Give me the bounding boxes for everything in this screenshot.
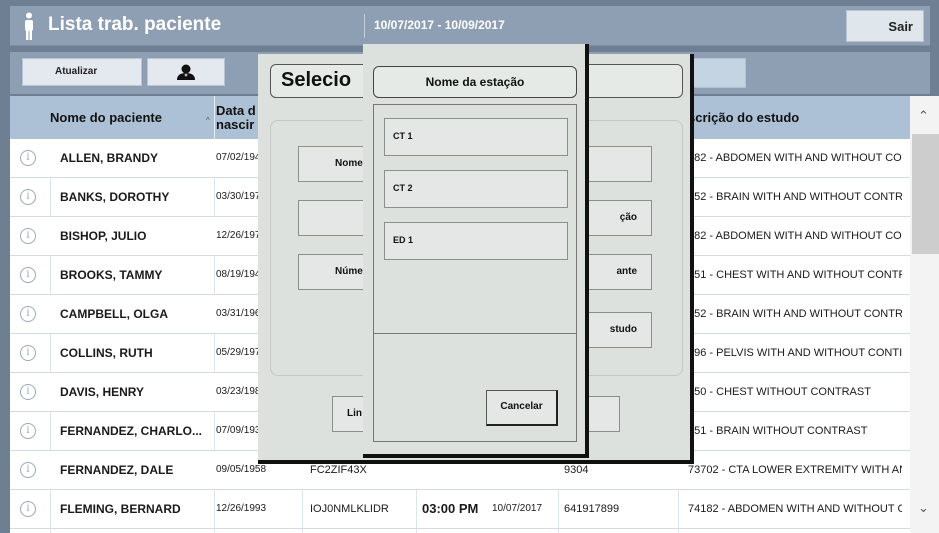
date-range[interactable]: 10/07/2017 - 10/09/2017	[374, 18, 505, 32]
info-icon[interactable]: i	[20, 189, 36, 205]
info-icon[interactable]: i	[20, 423, 36, 439]
study-description: 551 - CHEST WITH AND WITHOUT CONTF	[688, 269, 902, 281]
station-dialog-footer: Cancelar	[373, 334, 577, 442]
physician-filter-button[interactable]	[147, 58, 225, 86]
info-icon[interactable]: i	[20, 306, 36, 322]
header-birth-line-1: Data d	[216, 103, 256, 118]
exam-date: 10/07/2017	[492, 503, 543, 514]
person-icon	[25, 12, 33, 40]
birth-date: 12/26/1993	[216, 503, 267, 514]
study-description: 196 - PELVIS WITH AND WITHOUT CONTI	[688, 347, 902, 359]
study-description: 551 - BRAIN WITHOUT CONTRAST	[688, 425, 868, 437]
patient-name: FERNANDEZ, CHARLO...	[60, 424, 202, 438]
header-patient-name[interactable]: Nome do paciente	[50, 96, 162, 139]
scroll-thumb[interactable]	[912, 134, 939, 254]
page-title: Lista trab. paciente	[48, 14, 222, 35]
patient-name: BISHOP, JULIO	[60, 229, 147, 243]
info-icon[interactable]: i	[20, 501, 36, 517]
toolbar-blank-button[interactable]	[688, 58, 746, 88]
patient-name: CAMPBELL, OLGA	[60, 307, 168, 321]
sort-indicator-icon: ^	[206, 116, 210, 125]
patient-name: DAVIS, HENRY	[60, 385, 145, 399]
accession-number: 641917899	[564, 503, 620, 515]
patient-name: COLLINS, RUTH	[60, 346, 153, 360]
header-divider	[214, 96, 215, 139]
study-description: 550 - CHEST WITHOUT CONTRAST	[688, 386, 871, 398]
table-row[interactable]: i FLEMING, BERNARD 12/26/1993 IOJ0NMLKLIDR 0…	[10, 490, 918, 529]
study-description: 552 - BRAIN WITH AND WITHOUT CONTR	[688, 308, 902, 320]
station-item[interactable]: ED 1	[384, 222, 568, 260]
patient-name: FERNANDEZ, DALE	[60, 463, 174, 477]
header-birth-date[interactable]: Data d nascir	[216, 96, 256, 139]
info-icon[interactable]: i	[20, 462, 36, 478]
study-description: 182 - ABDOMEN WITH AND WITHOUT CO	[688, 152, 902, 164]
exam-time: 03:00 PM	[422, 501, 479, 516]
patient-name: BROOKS, TAMMY	[60, 268, 163, 282]
study-description: 552 - BRAIN WITH AND WITHOUT CONTR	[688, 191, 902, 203]
station-item[interactable]: CT 2	[384, 170, 568, 208]
patient-id: IOJ0NMLKLIDR	[310, 503, 389, 515]
patient-name: ALLEN, BRANDY	[60, 151, 158, 165]
title-bar: Lista trab. paciente 10/07/2017 - 10/09/…	[10, 6, 930, 46]
study-description: 74182 - ABDOMEN WITH AND WITHOUT CO	[688, 503, 902, 515]
refresh-button[interactable]: Atualizar	[22, 58, 142, 86]
patient-name: BANKS, DOROTHY	[60, 190, 170, 204]
header-birth-line-2: nascir	[216, 117, 255, 132]
patient-name: FLEMING, BERNARD	[60, 502, 181, 516]
info-icon[interactable]: i	[20, 150, 36, 166]
cancel-button[interactable]: Cancelar	[486, 390, 558, 426]
station-name-dialog: Nome da estação CT 1 CT 2 ED 1 Cancelar	[363, 44, 589, 458]
station-item[interactable]: CT 1	[384, 118, 568, 156]
scroll-up-icon[interactable]: ⌃	[918, 108, 929, 124]
header-study-description[interactable]: scrição do estudo	[688, 96, 799, 139]
info-icon[interactable]: i	[20, 384, 36, 400]
study-description: 182 - ABDOMEN WITH AND WITHOUT CO	[688, 230, 902, 242]
station-dialog-title: Nome da estação	[373, 66, 577, 98]
station-list: CT 1 CT 2 ED 1	[373, 104, 577, 334]
study-description: 73702 - CTA LOWER EXTREMITY WITH ANE	[688, 464, 902, 476]
title-divider	[364, 14, 365, 38]
doctor-icon	[177, 64, 195, 80]
info-icon[interactable]: i	[20, 267, 36, 283]
scroll-down-icon[interactable]: ⌄	[918, 500, 929, 516]
info-icon[interactable]: i	[20, 345, 36, 361]
exit-button[interactable]: Sair	[846, 10, 924, 42]
info-icon[interactable]: i	[20, 228, 36, 244]
